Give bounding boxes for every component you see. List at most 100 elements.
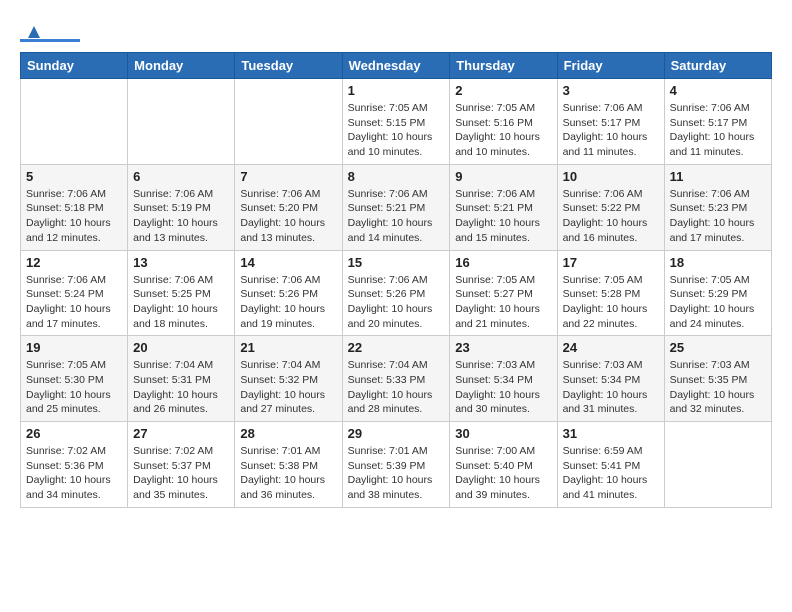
logo [20,20,80,42]
weekday-header-wednesday: Wednesday [342,53,450,79]
day-info: Sunrise: 7:06 AMSunset: 5:18 PMDaylight:… [26,187,122,246]
calendar-cell: 26 Sunrise: 7:02 AMSunset: 5:36 PMDayligh… [21,422,128,508]
calendar-cell: 29 Sunrise: 7:01 AMSunset: 5:39 PMDayligh… [342,422,450,508]
day-number: 15 [348,255,445,270]
day-number: 18 [670,255,766,270]
day-number: 29 [348,426,445,441]
day-info: Sunrise: 7:06 AMSunset: 5:24 PMDaylight:… [26,273,122,332]
day-number: 12 [26,255,122,270]
calendar-cell: 1 Sunrise: 7:05 AMSunset: 5:15 PMDaylight… [342,79,450,165]
calendar-cell [21,79,128,165]
day-number: 4 [670,83,766,98]
day-number: 10 [563,169,659,184]
day-number: 26 [26,426,122,441]
day-number: 30 [455,426,551,441]
calendar-cell: 19 Sunrise: 7:05 AMSunset: 5:30 PMDayligh… [21,336,128,422]
day-number: 13 [133,255,229,270]
day-number: 11 [670,169,766,184]
day-number: 1 [348,83,445,98]
day-info: Sunrise: 7:05 AMSunset: 5:28 PMDaylight:… [563,273,659,332]
day-info: Sunrise: 7:06 AMSunset: 5:23 PMDaylight:… [670,187,766,246]
day-info: Sunrise: 7:02 AMSunset: 5:36 PMDaylight:… [26,444,122,503]
calendar-cell: 18 Sunrise: 7:05 AMSunset: 5:29 PMDayligh… [664,250,771,336]
day-info: Sunrise: 7:04 AMSunset: 5:31 PMDaylight:… [133,358,229,417]
calendar-cell: 30 Sunrise: 7:00 AMSunset: 5:40 PMDayligh… [450,422,557,508]
calendar-cell: 6Sunrise: 7:06 AMSunset: 5:19 PMDaylight… [128,164,235,250]
calendar-week-row: 1 Sunrise: 7:05 AMSunset: 5:15 PMDaylight… [21,79,772,165]
day-number: 21 [240,340,336,355]
calendar-cell: 9 Sunrise: 7:06 AMSunset: 5:21 PMDaylight… [450,164,557,250]
day-info: Sunrise: 7:04 AMSunset: 5:32 PMDaylight:… [240,358,336,417]
day-info: Sunrise: 7:04 AMSunset: 5:33 PMDaylight:… [348,358,445,417]
day-info: Sunrise: 7:01 AMSunset: 5:38 PMDaylight:… [240,444,336,503]
day-number: 8 [348,169,445,184]
day-info: Sunrise: 7:05 AMSunset: 5:30 PMDaylight:… [26,358,122,417]
day-number: 22 [348,340,445,355]
calendar-cell: 12 Sunrise: 7:06 AMSunset: 5:24 PMDayligh… [21,250,128,336]
calendar-cell: 5 Sunrise: 7:06 AMSunset: 5:18 PMDaylight… [21,164,128,250]
calendar-table: SundayMondayTuesdayWednesdayThursdayFrid… [20,52,772,508]
weekday-header-sunday: Sunday [21,53,128,79]
day-info: Sunrise: 7:06 AMSunset: 5:20 PMDaylight:… [240,187,336,246]
calendar-header-row: SundayMondayTuesdayWednesdayThursdayFrid… [21,53,772,79]
day-info: Sunrise: 7:01 AMSunset: 5:39 PMDaylight:… [348,444,445,503]
day-info: Sunrise: 7:03 AMSunset: 5:35 PMDaylight:… [670,358,766,417]
calendar-cell: 27Sunrise: 7:02 AMSunset: 5:37 PMDayligh… [128,422,235,508]
calendar-cell: 10 Sunrise: 7:06 AMSunset: 5:22 PMDayligh… [557,164,664,250]
calendar-cell: 25 Sunrise: 7:03 AMSunset: 5:35 PMDayligh… [664,336,771,422]
day-info: Sunrise: 7:06 AMSunset: 5:17 PMDaylight:… [563,101,659,160]
calendar-cell: 14 Sunrise: 7:06 AMSunset: 5:26 PMDayligh… [235,250,342,336]
day-number: 2 [455,83,551,98]
page-header [20,20,772,42]
day-number: 23 [455,340,551,355]
calendar-cell: 22 Sunrise: 7:04 AMSunset: 5:33 PMDayligh… [342,336,450,422]
calendar-week-row: 5 Sunrise: 7:06 AMSunset: 5:18 PMDaylight… [21,164,772,250]
day-info: Sunrise: 7:05 AMSunset: 5:29 PMDaylight:… [670,273,766,332]
calendar-cell [128,79,235,165]
calendar-cell: 15 Sunrise: 7:06 AMSunset: 5:26 PMDayligh… [342,250,450,336]
calendar-cell: 16 Sunrise: 7:05 AMSunset: 5:27 PMDayligh… [450,250,557,336]
day-info: Sunrise: 7:02 AMSunset: 5:37 PMDaylight:… [133,444,229,503]
day-number: 31 [563,426,659,441]
weekday-header-saturday: Saturday [664,53,771,79]
calendar-week-row: 19 Sunrise: 7:05 AMSunset: 5:30 PMDayligh… [21,336,772,422]
day-info: Sunrise: 7:05 AMSunset: 5:15 PMDaylight:… [348,101,445,160]
day-number: 28 [240,426,336,441]
day-number: 5 [26,169,122,184]
day-info: Sunrise: 7:06 AMSunset: 5:26 PMDaylight:… [348,273,445,332]
calendar-week-row: 26 Sunrise: 7:02 AMSunset: 5:36 PMDayligh… [21,422,772,508]
logo-triangle-icon [24,20,44,40]
day-number: 14 [240,255,336,270]
calendar-cell: 2 Sunrise: 7:05 AMSunset: 5:16 PMDaylight… [450,79,557,165]
day-info: Sunrise: 7:00 AMSunset: 5:40 PMDaylight:… [455,444,551,503]
day-info: Sunrise: 7:06 AMSunset: 5:22 PMDaylight:… [563,187,659,246]
day-info: Sunrise: 7:03 AMSunset: 5:34 PMDaylight:… [563,358,659,417]
calendar-cell: 20 Sunrise: 7:04 AMSunset: 5:31 PMDayligh… [128,336,235,422]
day-number: 25 [670,340,766,355]
day-info: Sunrise: 7:06 AMSunset: 5:26 PMDaylight:… [240,273,336,332]
calendar-cell [664,422,771,508]
day-info: Sunrise: 7:05 AMSunset: 5:16 PMDaylight:… [455,101,551,160]
calendar-week-row: 12 Sunrise: 7:06 AMSunset: 5:24 PMDayligh… [21,250,772,336]
day-number: 17 [563,255,659,270]
day-number: 16 [455,255,551,270]
day-number: 3 [563,83,659,98]
day-number: 24 [563,340,659,355]
calendar-cell [235,79,342,165]
day-info: Sunrise: 7:06 AMSunset: 5:25 PMDaylight:… [133,273,229,332]
day-number: 7 [240,169,336,184]
calendar-cell: 4 Sunrise: 7:06 AMSunset: 5:17 PMDaylight… [664,79,771,165]
day-number: 6 [133,169,229,184]
calendar-cell: 24 Sunrise: 7:03 AMSunset: 5:34 PMDayligh… [557,336,664,422]
day-info: Sunrise: 7:06 AMSunset: 5:21 PMDaylight:… [348,187,445,246]
calendar-cell: 28 Sunrise: 7:01 AMSunset: 5:38 PMDayligh… [235,422,342,508]
day-info: Sunrise: 7:05 AMSunset: 5:27 PMDaylight:… [455,273,551,332]
day-info: Sunrise: 7:06 AMSunset: 5:21 PMDaylight:… [455,187,551,246]
day-info: Sunrise: 6:59 AMSunset: 5:41 PMDaylight:… [563,444,659,503]
day-number: 9 [455,169,551,184]
day-number: 19 [26,340,122,355]
day-number: 20 [133,340,229,355]
day-info: Sunrise: 7:06 AMSunset: 5:17 PMDaylight:… [670,101,766,160]
calendar-cell: 3 Sunrise: 7:06 AMSunset: 5:17 PMDaylight… [557,79,664,165]
calendar-cell: 21 Sunrise: 7:04 AMSunset: 5:32 PMDayligh… [235,336,342,422]
